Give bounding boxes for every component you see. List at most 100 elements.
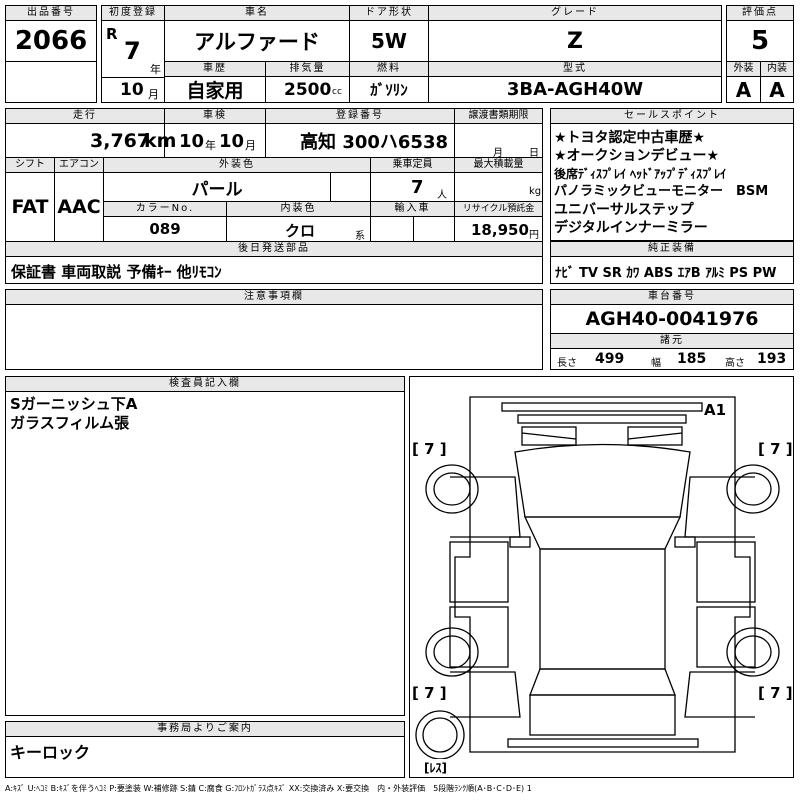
- color-label: 外装色: [103, 157, 371, 173]
- era: R: [106, 25, 118, 43]
- mileage: 3,767: [90, 130, 151, 152]
- load-label: 最大積載量: [454, 157, 543, 173]
- displacement: 2500: [284, 80, 332, 100]
- grade: Z: [428, 20, 722, 62]
- length-label: 長さ: [557, 358, 577, 369]
- int-color-unit: 系: [355, 231, 365, 242]
- score: 5: [726, 20, 794, 62]
- transfer-label: 譲渡書類期限: [454, 108, 543, 124]
- inspection-box: 10 年 10 月: [164, 123, 266, 158]
- first-reg-box: R 7 年: [101, 20, 165, 78]
- recycle-unit: 円: [529, 230, 539, 241]
- tire-front-left: [ 7 ]: [412, 440, 447, 458]
- width: 185: [677, 351, 707, 367]
- int-color-box: クロ 系: [226, 216, 371, 242]
- plate: 高知 300ハ6538: [265, 123, 455, 158]
- inspector-box: Sガーニッシュ下A ガラスフィルム張: [5, 391, 405, 716]
- import-cell-2: [413, 216, 455, 242]
- inspector-line: ガラスフィルム張: [10, 414, 130, 432]
- inspector-label: 検査員記入欄: [5, 376, 405, 392]
- score-label: 評価点: [726, 5, 794, 21]
- plate-label: 登録番号: [265, 108, 455, 124]
- selling-points-label: セールスポイント: [550, 108, 794, 124]
- selling-points-box: ★トヨタ認定中古車歴★ ★オークションデビュー★ 後席ﾃﾞｨｽﾌﾟﾚｲ ﾍｯﾄﾞ…: [550, 123, 794, 241]
- color-no: 089: [103, 216, 227, 242]
- selling-point-line: 後席ﾃﾞｨｽﾌﾟﾚｲ ﾍｯﾄﾞｱｯﾌﾟﾃﾞｨｽﾌﾟﾚｲ: [554, 167, 727, 181]
- tire-rear-right: [ 7 ]: [758, 684, 793, 702]
- later-parts-box: 保証書 車両取説 予備ｷｰ 他ﾘﾓｺﾝ: [5, 256, 543, 284]
- recycle-label: リサイクル預託金: [454, 201, 543, 217]
- load-box: kg: [454, 172, 543, 202]
- office-text: キーロック: [10, 743, 91, 762]
- load-unit: kg: [529, 186, 542, 197]
- interior-grade: A: [760, 76, 794, 103]
- later-parts: 保証書 車両取説 予備ｷｰ 他ﾘﾓｺﾝ: [11, 263, 222, 281]
- car-name: アルファード: [164, 20, 350, 62]
- insp-month: 10: [219, 131, 245, 152]
- selling-point-line: パノラミックビューモニター BSM: [554, 184, 769, 199]
- height-label: 高さ: [725, 358, 745, 369]
- color-no-label: カラーNo.: [103, 201, 227, 217]
- door-label: ドア形状: [349, 5, 429, 21]
- model-label: 型式: [428, 61, 722, 77]
- displacement-unit: cc: [332, 87, 342, 97]
- import-label: 輸入車: [370, 201, 455, 217]
- history-label: 車歴: [164, 61, 266, 77]
- ac-label: エアコン: [54, 157, 104, 173]
- exterior-grade: A: [726, 76, 761, 103]
- first-reg-month-box: 10 月: [101, 77, 165, 103]
- insp-year-unit: 年: [205, 139, 216, 152]
- transfer-box: 月 日: [454, 123, 543, 159]
- shift: FAT: [5, 172, 55, 242]
- length: 499: [595, 351, 625, 367]
- spare-tire: [ﾚｽ]: [424, 759, 447, 776]
- insp-year: 10: [179, 131, 205, 152]
- width-label: 幅: [651, 358, 661, 369]
- selling-point-line: デジタルインナーミラー: [554, 220, 708, 236]
- legend: A:ｷｽﾞ U:ﾍｺﾐ B:ｷｽﾞを伴うﾍｺﾐ P:要塗装 W:補修跡 S:錆 …: [5, 784, 532, 793]
- equipment-label: 純正装備: [550, 241, 794, 257]
- recycle-box: 18,950 円: [454, 216, 543, 242]
- color-blank: [330, 172, 371, 202]
- selling-point-line: ★オークションデビュー★: [554, 148, 720, 164]
- capacity-box: 7 人: [370, 172, 455, 202]
- chassis-label: 車台番号: [550, 289, 794, 305]
- year-unit: 年: [150, 63, 161, 76]
- equipment-box: ﾅﾋﾞ TV SR ｶﾜ ABS ｴｱB ｱﾙﾐ PS PW: [550, 256, 794, 284]
- mileage-label: 走行: [5, 108, 165, 124]
- capacity: 7: [411, 177, 424, 198]
- grade-label: グレード: [428, 5, 722, 21]
- later-parts-label: 後日発送部品: [5, 241, 543, 257]
- displacement-label: 排気量: [265, 61, 350, 77]
- capacity-unit: 人: [437, 190, 447, 201]
- height: 193: [757, 351, 787, 367]
- int-color: クロ: [285, 222, 316, 240]
- door-type: 5W: [349, 20, 429, 62]
- selling-point-line: ユニバーサルステップ: [554, 202, 694, 218]
- inspector-line: Sガーニッシュ下A: [10, 395, 138, 413]
- first-reg-month: 10: [120, 80, 144, 100]
- recycle-fee: 18,950: [471, 221, 529, 239]
- model-code: 3BA-AGH40W: [428, 76, 722, 103]
- body-color: パール: [103, 172, 331, 202]
- chassis-number: AGH40-0041976: [550, 304, 794, 334]
- tire-front-right: [ 7 ]: [758, 440, 793, 458]
- int-color-label: 内装色: [226, 201, 371, 217]
- ac: AAC: [54, 172, 104, 242]
- equipment-items: ﾅﾋﾞ TV SR ｶﾜ ABS ｴｱB ｱﾙﾐ PS PW: [555, 266, 777, 281]
- insp-month-unit: 月: [245, 139, 256, 152]
- fuel: ｶﾞｿﾘﾝ: [349, 76, 429, 103]
- inspection-label: 車検: [164, 108, 266, 124]
- lot-no-label: 出品番号: [5, 5, 97, 21]
- interior-label: 内装: [760, 61, 794, 77]
- mileage-box: 3,767 km: [5, 123, 176, 158]
- import-cell-1: [370, 216, 414, 242]
- selling-point-line: ★トヨタ認定中古車歴★: [554, 130, 706, 146]
- capacity-label: 乗車定員: [370, 157, 455, 173]
- exterior-label: 外装: [726, 61, 761, 77]
- car-diagram: A1 [ 7 ] [ 7 ] [ 7 ] [ 7 ] [ﾚｽ]: [409, 376, 794, 778]
- office-box: キーロック: [5, 736, 405, 778]
- caution-label: 注意事項欄: [5, 289, 543, 305]
- history: 自家用: [164, 76, 266, 103]
- first-reg-label: 初度登録: [101, 5, 165, 21]
